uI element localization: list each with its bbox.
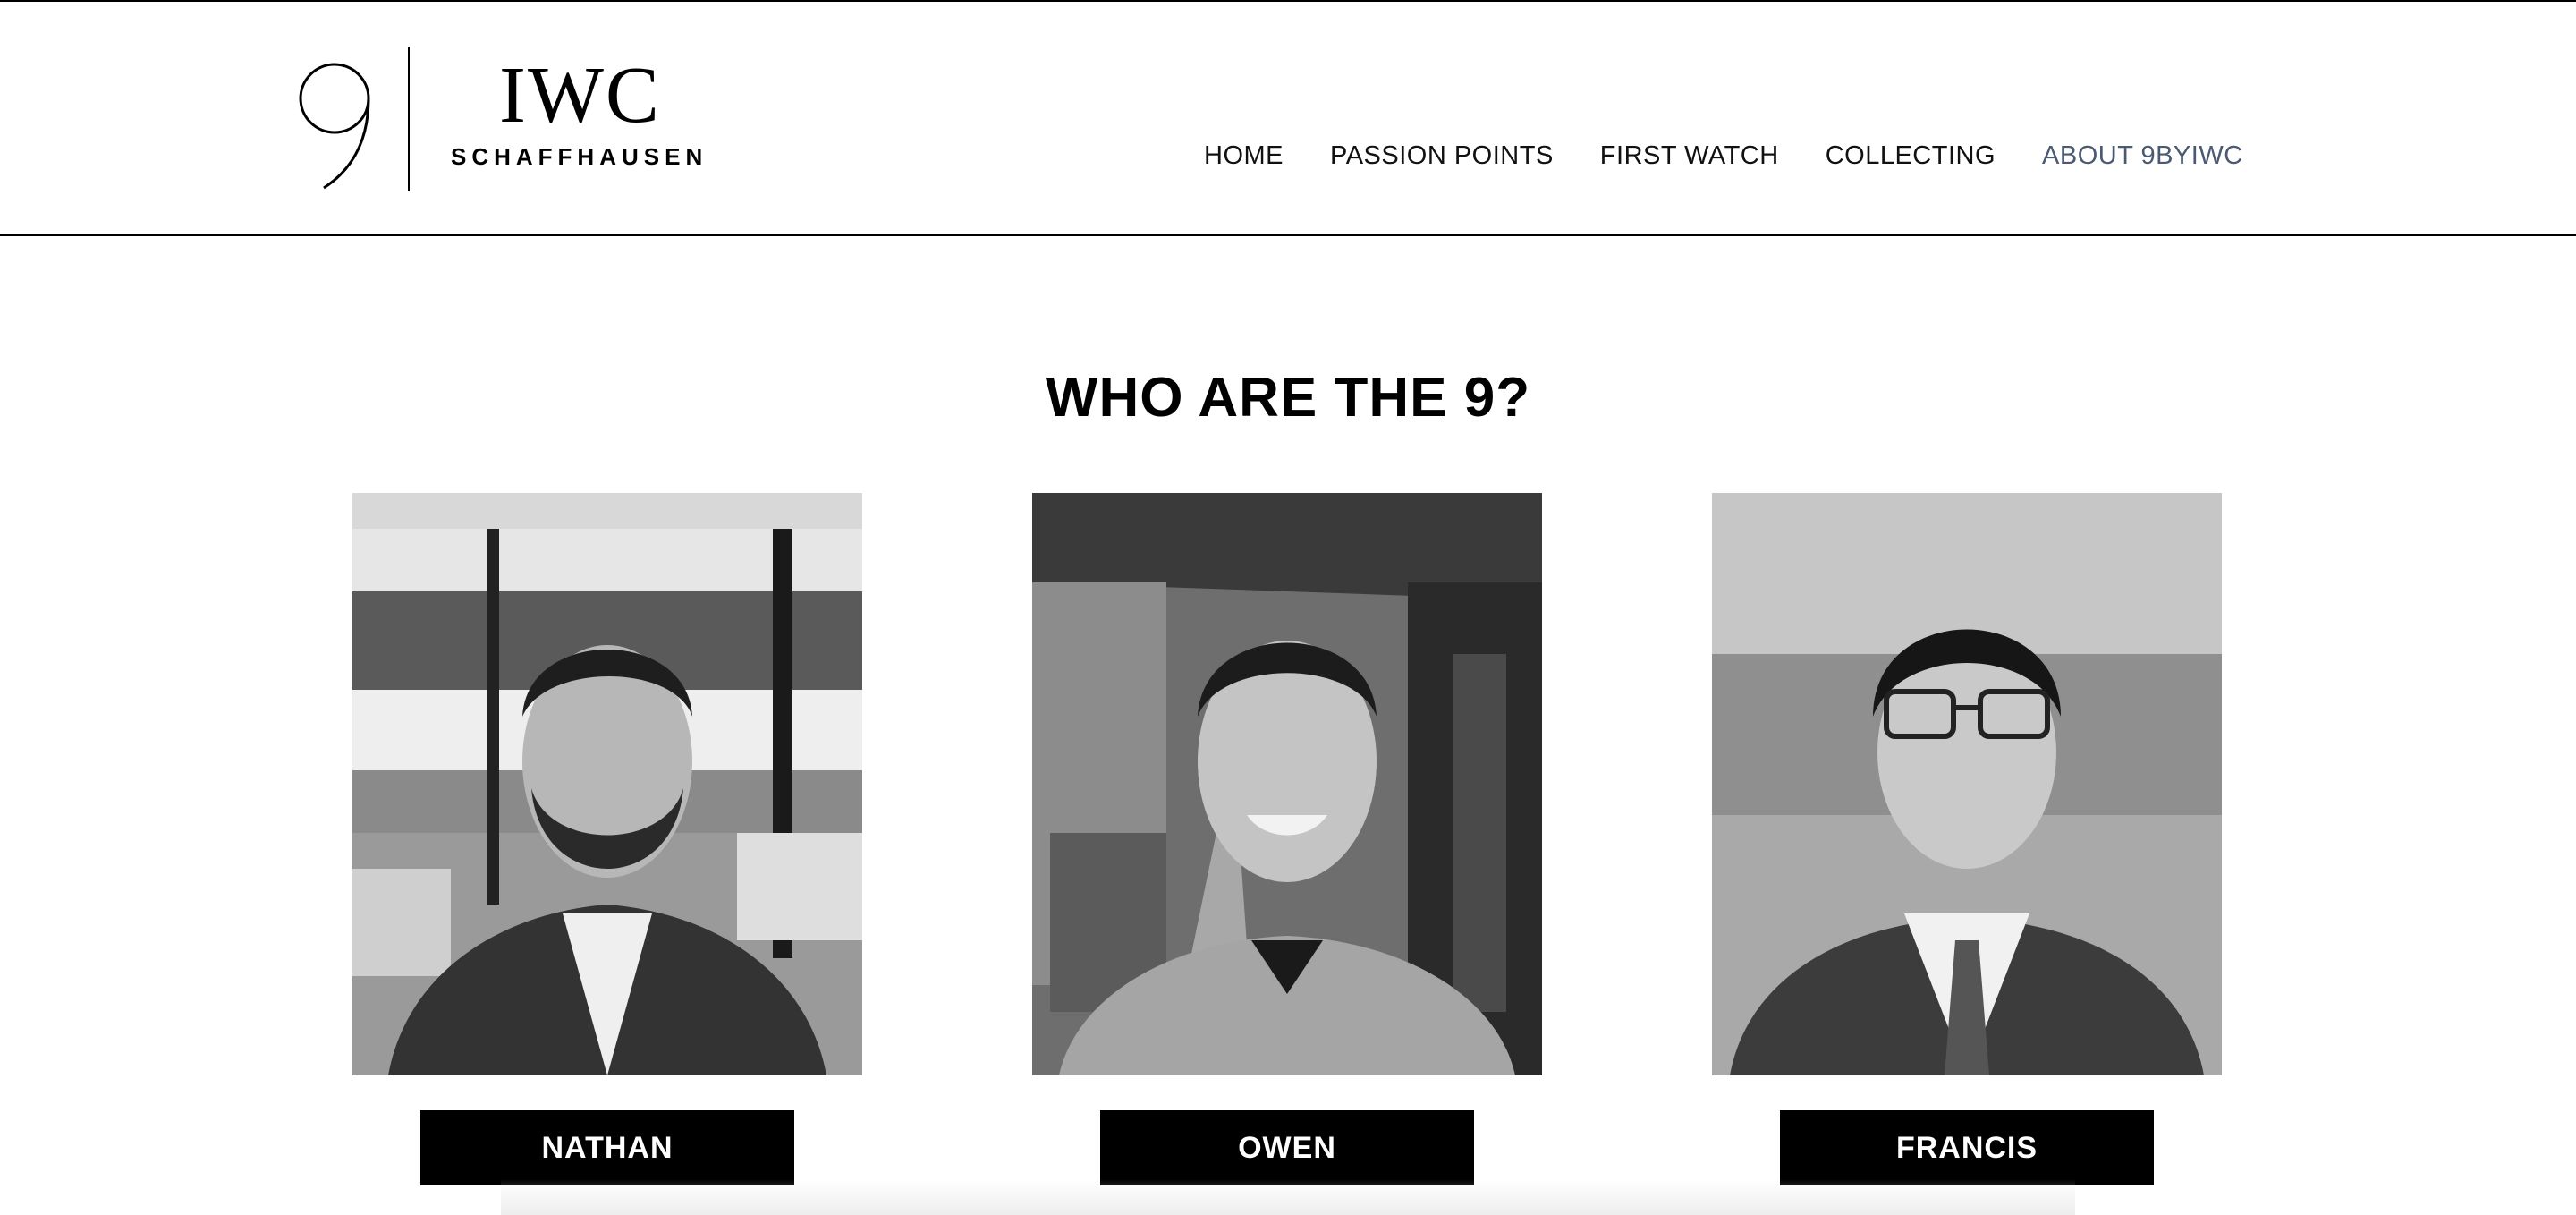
nav-about-9byiwc[interactable]: ABOUT 9BYIWC <box>2042 138 2243 174</box>
nine-logo-mark <box>299 63 370 190</box>
nav-home[interactable]: HOME <box>1204 138 1284 174</box>
portrait-photo-owen <box>1032 493 1542 1075</box>
logo-divider <box>408 47 410 191</box>
site-logo[interactable]: IWC SCHAFFHAUSEN <box>295 47 707 195</box>
portrait-photo-nathan <box>352 493 862 1075</box>
name-button-francis[interactable]: FRANCIS <box>1780 1110 2154 1185</box>
portrait-photo-francis <box>1712 493 2222 1075</box>
main-nav: HOME PASSION POINTS FIRST WATCH COLLECTI… <box>1204 138 2243 174</box>
nav-passion-points[interactable]: PASSION POINTS <box>1330 138 1554 174</box>
site-header: IWC SCHAFFHAUSEN HOME PASSION POINTS FIR… <box>0 0 2576 236</box>
nav-collecting[interactable]: COLLECTING <box>1826 138 1996 174</box>
scroll-fade <box>501 1179 2075 1215</box>
page-title: WHO ARE THE 9? <box>1045 367 1531 429</box>
logo-brand: IWC <box>499 51 661 140</box>
nav-first-watch[interactable]: FIRST WATCH <box>1600 138 1779 174</box>
logo-subtitle: SCHAFFHAUSEN <box>451 143 708 170</box>
name-button-owen[interactable]: OWEN <box>1100 1110 1474 1185</box>
name-button-nathan[interactable]: NATHAN <box>420 1110 794 1185</box>
